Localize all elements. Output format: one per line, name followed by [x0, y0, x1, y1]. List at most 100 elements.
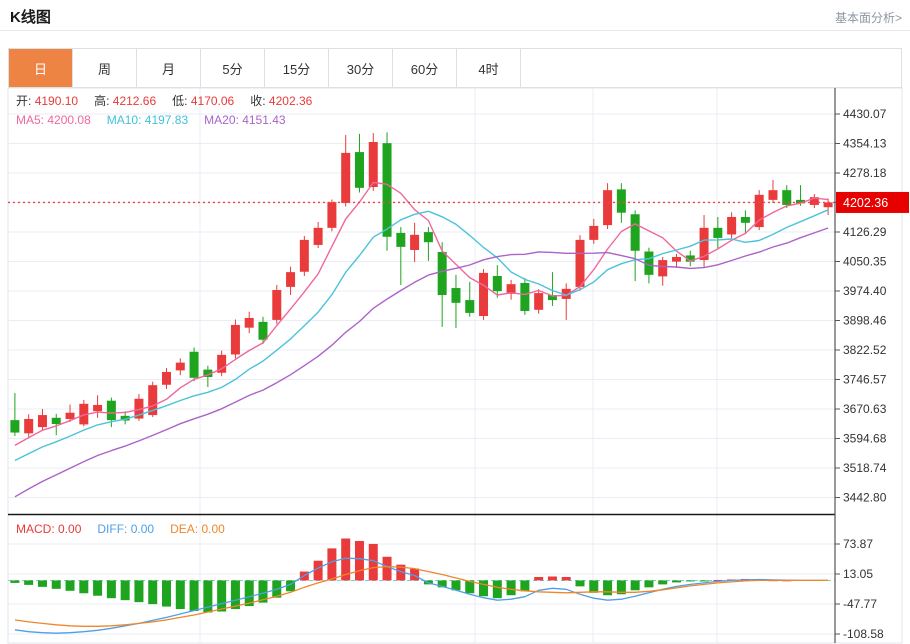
candle-body	[327, 202, 336, 228]
macd-bar	[162, 580, 171, 606]
y-axis-label: 3898.46	[843, 314, 887, 328]
label: MA5:	[16, 113, 44, 127]
tab-interval-4[interactable]: 5分	[201, 49, 265, 87]
tab-interval-2[interactable]: 周	[73, 49, 137, 87]
macd-bar	[658, 580, 667, 584]
label: 收:	[250, 94, 265, 108]
macd-bar	[383, 557, 392, 581]
y-axis-label: 4050.35	[843, 255, 887, 269]
candle-body	[369, 142, 378, 187]
candle-body	[52, 418, 61, 424]
y-axis-label: 3974.40	[843, 284, 887, 298]
candle-body	[617, 189, 626, 212]
macd-bar	[562, 577, 571, 580]
candle-body	[93, 405, 102, 411]
macd-bar	[148, 580, 157, 604]
y-axis-label: 3822.52	[843, 343, 887, 357]
label: DEA:	[170, 522, 198, 536]
macd-bar	[314, 561, 323, 581]
value: 4202.36	[269, 94, 312, 108]
ohlc-row-item: 开: 4190.10	[16, 92, 78, 109]
candle-body	[424, 232, 433, 242]
tab-interval-6[interactable]: 30分	[329, 49, 393, 87]
tab-interval-7[interactable]: 60分	[393, 49, 457, 87]
macd-axis-label: -108.58	[843, 627, 884, 641]
macd-bar	[217, 580, 226, 611]
tab-bar-filler	[521, 49, 901, 87]
label: MACD:	[16, 522, 55, 536]
tab-interval-8[interactable]: 4时	[457, 49, 521, 87]
candle-body	[355, 152, 364, 188]
ma20-line	[15, 228, 828, 497]
candle-body	[603, 190, 612, 225]
candle-body	[589, 226, 598, 240]
current-price-badge-label: 4202.36	[843, 196, 888, 210]
candle-body	[286, 272, 295, 287]
value: 4200.08	[47, 113, 90, 127]
value: 0.00	[58, 522, 81, 536]
interval-tab-bar: 日周月5分15分30分60分4时	[8, 48, 902, 88]
value: 4212.66	[113, 94, 156, 108]
macd-bar	[534, 577, 543, 580]
macd-info-row: MACD: 0.00DIFF: 0.00DEA: 0.00	[16, 522, 241, 536]
candle-body	[272, 290, 281, 320]
value: 4197.83	[145, 113, 188, 127]
candle-body	[672, 257, 681, 262]
candle-body	[493, 276, 502, 291]
macd-bar	[686, 580, 695, 581]
y-axis-label: 3670.63	[843, 402, 887, 416]
ohlc-row-item: 高: 4212.66	[94, 92, 156, 109]
ma-info-row: MA5: 4200.08MA10: 4197.83MA20: 4151.43	[16, 113, 302, 127]
macd-bar	[176, 580, 185, 609]
macd-bar	[121, 580, 130, 600]
macd-bar	[134, 580, 143, 602]
candle-body	[520, 283, 529, 311]
candle-body	[465, 300, 474, 313]
candle-body	[451, 288, 460, 303]
tab-interval-1[interactable]: 日	[9, 49, 73, 87]
candle-body	[768, 190, 777, 200]
macd-bar	[631, 580, 640, 590]
y-axis-label: 3746.57	[843, 373, 887, 387]
value: 0.00	[131, 522, 154, 536]
label: MA20:	[204, 113, 239, 127]
value: 0.00	[201, 522, 224, 536]
candle-body	[410, 235, 419, 250]
candle-body	[396, 233, 405, 247]
candle-body	[727, 217, 736, 234]
ohlc-info-row: 开: 4190.10高: 4212.66低: 4170.06收: 4202.36	[16, 92, 328, 109]
fundamental-analysis-link[interactable]: 基本面分析>	[835, 9, 902, 26]
chart-border	[8, 88, 902, 643]
candle-body	[741, 217, 750, 223]
candle-body	[258, 322, 267, 340]
candle-body	[631, 214, 640, 251]
macd-bar	[493, 580, 502, 598]
ma-row-item: MA5: 4200.08	[16, 113, 91, 127]
candle-body	[713, 228, 722, 238]
candle-body	[534, 293, 543, 310]
candle-body	[176, 363, 185, 371]
macd-bar	[479, 580, 488, 596]
macd-bar	[52, 580, 61, 588]
macd-bar	[10, 580, 19, 582]
candle-body	[383, 143, 392, 237]
candle-body	[66, 413, 75, 419]
ma-row-item: MA20: 4151.43	[204, 113, 285, 127]
y-axis-label: 4126.29	[843, 225, 887, 239]
macd-bar	[520, 580, 529, 591]
candle-body	[38, 415, 47, 427]
candle-body	[341, 153, 350, 203]
macd-bar	[589, 580, 598, 592]
tab-interval-5[interactable]: 15分	[265, 49, 329, 87]
macd-axis-label: 13.05	[843, 567, 873, 581]
candle-body	[190, 352, 199, 378]
ohlc-row-item: 收: 4202.36	[250, 92, 312, 109]
macd-bar	[190, 580, 199, 611]
tab-interval-3[interactable]: 月	[137, 49, 201, 87]
candle-body	[479, 273, 488, 316]
macd-row-item: MACD: 0.00	[16, 522, 81, 536]
label: 高:	[94, 94, 109, 108]
candle-body	[107, 401, 116, 420]
label: 低:	[172, 94, 187, 108]
candle-body	[314, 228, 323, 245]
